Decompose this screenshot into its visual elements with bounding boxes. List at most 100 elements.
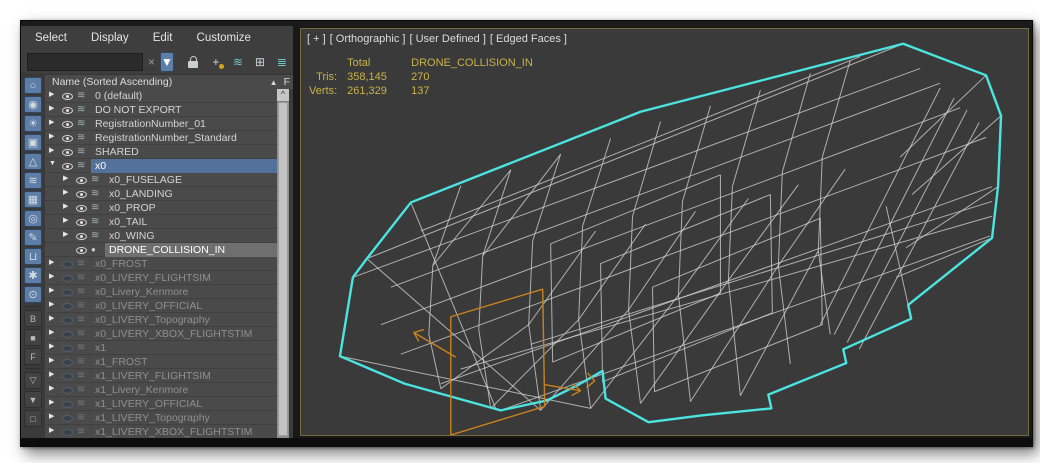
row-label[interactable]: x1_LIVERY_XBOX_FLIGHTSTIM (91, 425, 277, 438)
expand-arrow-icon[interactable]: ▶ (63, 174, 68, 182)
tree-row[interactable]: ▶ ≋ x0_LIVERY_FLIGHTSIM (45, 271, 277, 285)
display-geometry-icon[interactable]: ○ (24, 77, 42, 94)
filter-selected-icon[interactable]: ▼ (160, 51, 174, 72)
row-label[interactable]: x1_LIVERY_FLIGHTSIM (91, 369, 277, 383)
tree-row[interactable]: ▶ ≋ x0_PROP (45, 201, 277, 215)
row-label[interactable]: x0_LIVERY_Topography (91, 313, 277, 327)
menu-select[interactable]: Select (35, 32, 67, 44)
row-label[interactable]: x0_Livery_Kenmore (91, 285, 277, 299)
expand-arrow-icon[interactable]: ▶ (49, 384, 54, 392)
tree-row[interactable]: ▶ ≋ x0_LIVERY_XBOX_FLIGHTSTIM (45, 327, 277, 341)
visibility-eye-icon[interactable] (62, 260, 73, 268)
tree-row[interactable]: ▶ ≋ RegistrationNumber_01 (45, 117, 277, 131)
expand-arrow-icon[interactable]: ▶ (49, 398, 54, 406)
expand-arrow-icon[interactable]: ▶ (49, 272, 54, 280)
visibility-eye-icon[interactable] (62, 386, 73, 394)
expand-arrow-icon[interactable]: ▶ (63, 216, 68, 224)
tree-row[interactable]: ▶ ≋ x0_TAIL (45, 215, 277, 229)
visibility-eye-icon[interactable] (76, 204, 87, 212)
tree-row[interactable]: ▶ ≋ RegistrationNumber_Standard (45, 131, 277, 145)
viewport-menu-general[interactable]: [ + ] (307, 33, 326, 45)
scrollbar-thumb[interactable] (278, 102, 288, 436)
tree-row[interactable]: ▶ ≋ SHARED (45, 145, 277, 159)
row-label[interactable]: DRONE_COLLISION_IN (105, 243, 277, 257)
tree-row[interactable]: ▶ ≋ 0 (default) (45, 89, 277, 103)
expand-arrow-icon[interactable]: ▶ (49, 370, 54, 378)
add-to-active-layer-icon[interactable]: ≋ (228, 52, 248, 72)
expand-arrow-icon[interactable]: ▶ (49, 104, 54, 112)
expand-arrow-icon[interactable]: ▶ (63, 188, 68, 196)
visibility-eye-icon[interactable] (62, 148, 73, 156)
row-label[interactable]: x0_TAIL (105, 215, 277, 229)
row-label[interactable]: x0_LANDING (105, 187, 277, 201)
expand-arrow-icon[interactable]: ▶ (49, 258, 54, 266)
menu-edit[interactable]: Edit (153, 32, 173, 44)
row-label[interactable]: x1_LIVERY_Topography (91, 411, 277, 425)
expand-arrow-icon[interactable]: ▶ (49, 412, 54, 420)
display-visibility-icon[interactable]: ⊙ (24, 286, 42, 303)
filter-icon[interactable]: ▼ (24, 391, 42, 408)
list-scrollbar[interactable]: ^ (277, 89, 289, 438)
row-label[interactable]: DO NOT EXPORT (91, 103, 277, 117)
visibility-eye-icon[interactable] (62, 92, 73, 100)
expand-arrow-icon[interactable]: ▶ (49, 426, 54, 434)
expand-arrow-icon[interactable]: ▶ (63, 230, 68, 238)
expand-arrow-icon[interactable]: ▶ (49, 118, 54, 126)
visibility-eye-icon[interactable] (76, 246, 87, 254)
expand-arrow-icon[interactable]: ▶ (49, 132, 54, 140)
visibility-eye-icon[interactable] (76, 232, 87, 240)
lock-cell-editing-icon[interactable] (184, 52, 204, 72)
gizmo-plane[interactable] (450, 288, 546, 435)
row-label[interactable]: x1_LIVERY_OFFICIAL (91, 397, 277, 411)
tree-row[interactable]: ▶ ≋ x1 (45, 341, 277, 355)
visibility-eye-icon[interactable] (76, 218, 87, 226)
tree-row[interactable]: ▼ ≋ x0 (45, 159, 277, 173)
expand-arrow-icon[interactable]: ▶ (49, 328, 54, 336)
visibility-eye-icon[interactable] (62, 330, 73, 338)
visibility-eye-icon[interactable] (62, 414, 73, 422)
tree-row[interactable]: ▶ ≋ x0_FUSELAGE (45, 173, 277, 187)
clear-search-icon[interactable]: × (148, 55, 155, 69)
orthographic-viewport[interactable]: [ + ] [ Orthographic ] [ User Defined ] … (300, 28, 1029, 436)
display-particles-icon[interactable]: ✱ (24, 267, 42, 284)
display-lights-icon[interactable]: ☀ (24, 115, 42, 132)
tree-row[interactable]: ▶ ≋ x0_Livery_Kenmore (45, 285, 277, 299)
visibility-eye-icon[interactable] (62, 120, 73, 128)
menu-display[interactable]: Display (91, 32, 129, 44)
tree-row[interactable]: ▶ ≋ x1_Livery_Kenmore (45, 383, 277, 397)
expand-arrow-icon[interactable]: ▶ (49, 356, 54, 364)
expand-arrow-icon[interactable]: ▶ (49, 342, 54, 350)
display-assemblies-icon[interactable]: ✎ (24, 229, 42, 246)
container-basket-icon[interactable]: □ (24, 410, 42, 427)
display-shapes-icon[interactable]: ◉ (24, 96, 42, 113)
add-layer-icon[interactable]: + (206, 52, 226, 72)
viewport-menu-shading[interactable]: [ Edged Faces ] (490, 33, 567, 45)
tree-row[interactable]: ● DRONE_COLLISION_IN (45, 243, 277, 257)
bold-frozen-icon[interactable]: F (24, 348, 42, 365)
visibility-eye-icon[interactable] (62, 400, 73, 408)
expand-arrow-icon[interactable]: ▶ (49, 90, 54, 98)
row-label[interactable]: 0 (default) (91, 89, 277, 103)
tree-row[interactable]: ▶ ≋ DO NOT EXPORT (45, 103, 277, 117)
expand-arrow-icon[interactable]: ▶ (49, 286, 54, 294)
tree-row[interactable]: ▶ ≋ x1_LIVERY_OFFICIAL (45, 397, 277, 411)
display-cameras-icon[interactable]: ▣ (24, 134, 42, 151)
row-label[interactable]: x0_FUSELAGE (105, 173, 277, 187)
display-spacewarps-icon[interactable]: ≋ (24, 172, 42, 189)
row-label[interactable]: x0 (91, 159, 277, 173)
expand-arrow-icon[interactable]: ▶ (49, 300, 54, 308)
row-label[interactable]: x0_WING (105, 229, 277, 243)
menu-customize[interactable]: Customize (197, 32, 251, 44)
row-label[interactable]: SHARED (91, 145, 277, 159)
tree-row[interactable]: ▶ ≋ x1_LIVERY_XBOX_FLIGHTSTIM (45, 425, 277, 438)
tree-row[interactable]: ▶ ≋ x0_LIVERY_Topography (45, 313, 277, 327)
row-label[interactable]: x0_LIVERY_FLIGHTSIM (91, 271, 277, 285)
visibility-eye-icon[interactable] (62, 274, 73, 282)
tree-row[interactable]: ▶ ≋ x1_LIVERY_Topography (45, 411, 277, 425)
bold-hidden-icon[interactable]: B (24, 310, 42, 327)
visibility-eye-icon[interactable] (76, 176, 87, 184)
row-label[interactable]: x1 (91, 341, 277, 355)
nest-hierarchy-icon[interactable]: ⊞ (250, 52, 270, 72)
display-containers-icon[interactable]: ⊔ (24, 248, 42, 265)
column-header[interactable]: Name (Sorted Ascending) ▲ F (45, 75, 293, 90)
